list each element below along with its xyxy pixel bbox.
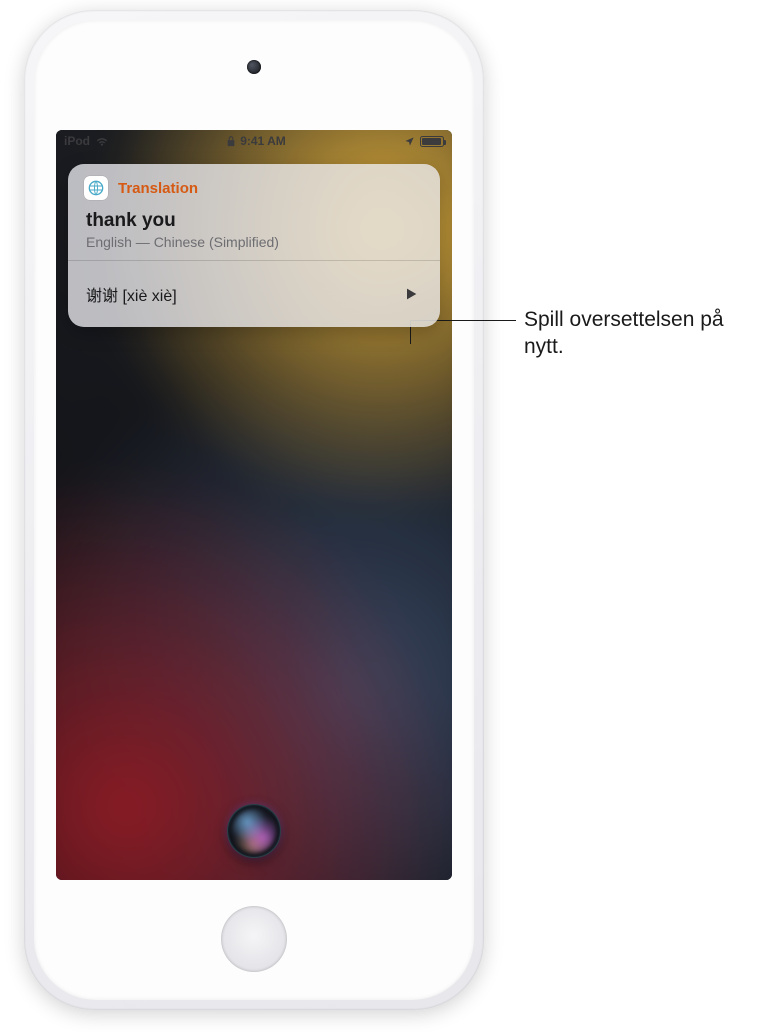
battery-icon — [420, 136, 444, 147]
siri-orb-button[interactable] — [227, 804, 281, 858]
front-camera — [247, 60, 261, 74]
status-right — [404, 136, 444, 147]
translation-app-icon — [84, 176, 108, 200]
card-header: Translation — [68, 164, 440, 206]
status-left: iPod — [64, 134, 109, 148]
screen: iPod 9:41 AM — [56, 130, 452, 880]
play-icon — [403, 286, 419, 302]
location-icon — [404, 136, 415, 147]
carrier-label: iPod — [64, 134, 90, 148]
home-button[interactable] — [221, 906, 287, 972]
battery-fill — [422, 138, 441, 145]
play-translation-button[interactable] — [394, 277, 428, 311]
lock-icon — [227, 136, 235, 147]
card-footer: 谢谢 [xiè xiè] — [68, 261, 440, 327]
device-frame: iPod 9:41 AM — [24, 10, 484, 1010]
wifi-icon — [95, 136, 109, 146]
device-camera-area — [247, 60, 261, 74]
device-bezel: iPod 9:41 AM — [34, 20, 474, 1000]
language-pair-label: English — Chinese (Simplified) — [86, 234, 422, 250]
status-center: 9:41 AM — [227, 134, 286, 148]
callout-text: Spill oversettelsen på nytt. — [524, 306, 764, 361]
translated-text: 谢谢 [xiè xiè] — [86, 282, 177, 306]
card-body: thank you English — Chinese (Simplified) — [68, 206, 440, 260]
card-title: Translation — [118, 180, 198, 197]
translation-card[interactable]: Translation thank you English — Chinese … — [68, 164, 440, 327]
clock-label: 9:41 AM — [240, 134, 286, 148]
source-phrase: thank you — [86, 210, 422, 232]
status-bar: iPod 9:41 AM — [56, 130, 452, 152]
